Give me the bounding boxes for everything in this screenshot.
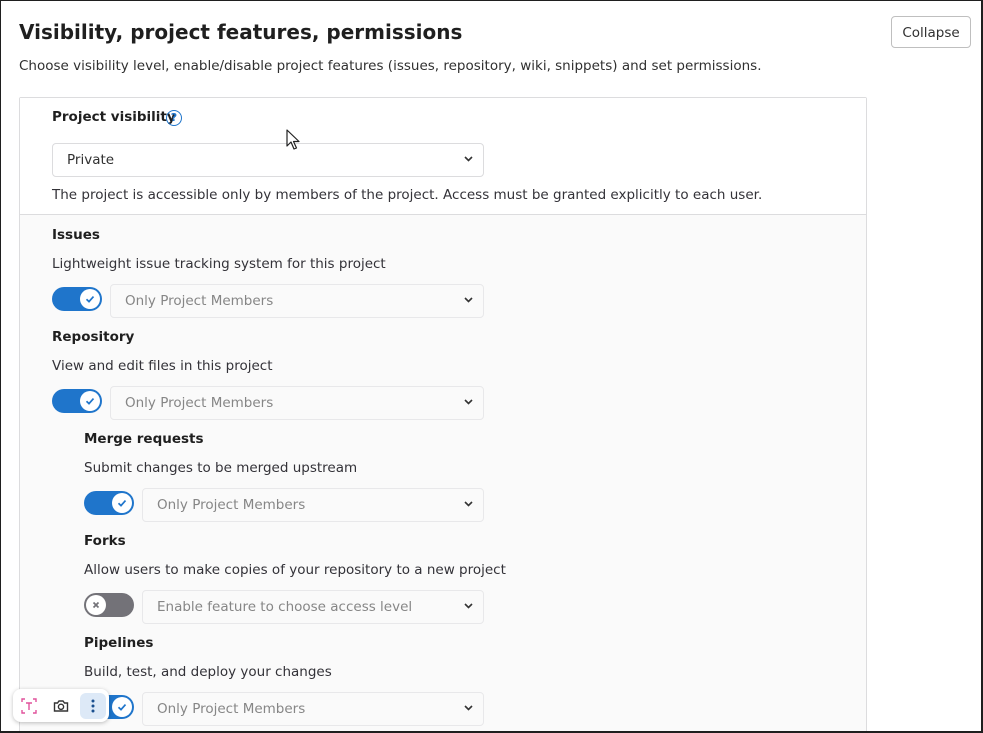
- merge-requests-access-select[interactable]: Only Project Members: [142, 488, 484, 522]
- check-icon: [80, 391, 100, 411]
- mouse-pointer-icon: [286, 129, 300, 155]
- capture-toolbar: [13, 689, 109, 722]
- chevron-down-icon: [464, 705, 473, 713]
- collapse-button[interactable]: Collapse: [891, 16, 971, 48]
- issues-description: Lightweight issue tracking system for th…: [52, 256, 386, 272]
- repository-access-value: Only Project Members: [125, 395, 274, 411]
- page-subtitle: Choose visibility level, enable/disable …: [19, 58, 762, 74]
- check-icon: [112, 493, 132, 513]
- repository-description: View and edit files in this project: [52, 358, 273, 374]
- pipelines-title: Pipelines: [84, 635, 154, 651]
- merge-requests-title: Merge requests: [84, 431, 204, 447]
- visibility-section: Project visibility ? Private The project…: [20, 98, 866, 215]
- merge-requests-toggle[interactable]: [84, 491, 134, 515]
- pipelines-access-value: Only Project Members: [157, 701, 306, 717]
- issues-toggle[interactable]: [52, 287, 102, 311]
- x-icon: [86, 595, 106, 615]
- text-select-icon[interactable]: [16, 693, 42, 719]
- chevron-down-icon: [464, 297, 473, 305]
- forks-title: Forks: [84, 533, 126, 549]
- chevron-down-icon: [464, 501, 473, 509]
- issues-title: Issues: [52, 227, 100, 243]
- issues-access-value: Only Project Members: [125, 293, 274, 309]
- merge-requests-access-value: Only Project Members: [157, 497, 306, 513]
- repository-toggle[interactable]: [52, 389, 102, 413]
- forks-description: Allow users to make copies of your repos…: [84, 562, 506, 578]
- check-icon: [112, 697, 132, 717]
- chevron-down-icon: [464, 603, 473, 611]
- repository-access-select[interactable]: Only Project Members: [110, 386, 484, 420]
- visibility-selected-value: Private: [67, 152, 115, 168]
- page-title: Visibility, project features, permission…: [19, 20, 463, 44]
- merge-requests-description: Submit changes to be merged upstream: [84, 460, 358, 476]
- app-window: Visibility, project features, permission…: [0, 0, 983, 733]
- pipelines-description: Build, test, and deploy your changes: [84, 664, 332, 680]
- pipelines-access-select[interactable]: Only Project Members: [142, 692, 484, 726]
- repository-title: Repository: [52, 329, 135, 345]
- issues-access-select[interactable]: Only Project Members: [110, 284, 484, 318]
- visibility-select[interactable]: Private: [52, 143, 484, 177]
- more-vertical-icon[interactable]: [80, 693, 106, 719]
- visibility-description: The project is accessible only by member…: [52, 187, 763, 203]
- chevron-down-icon: [464, 399, 473, 407]
- settings-panel: Project visibility ? Private The project…: [19, 97, 867, 731]
- check-icon: [80, 289, 100, 309]
- chevron-down-icon: [464, 156, 473, 164]
- forks-toggle[interactable]: [84, 593, 134, 617]
- camera-icon[interactable]: [48, 693, 74, 719]
- help-icon[interactable]: ?: [166, 110, 182, 126]
- forks-access-select[interactable]: Enable feature to choose access level: [142, 590, 484, 624]
- forks-access-value: Enable feature to choose access level: [157, 599, 413, 615]
- visibility-label: Project visibility: [52, 109, 176, 125]
